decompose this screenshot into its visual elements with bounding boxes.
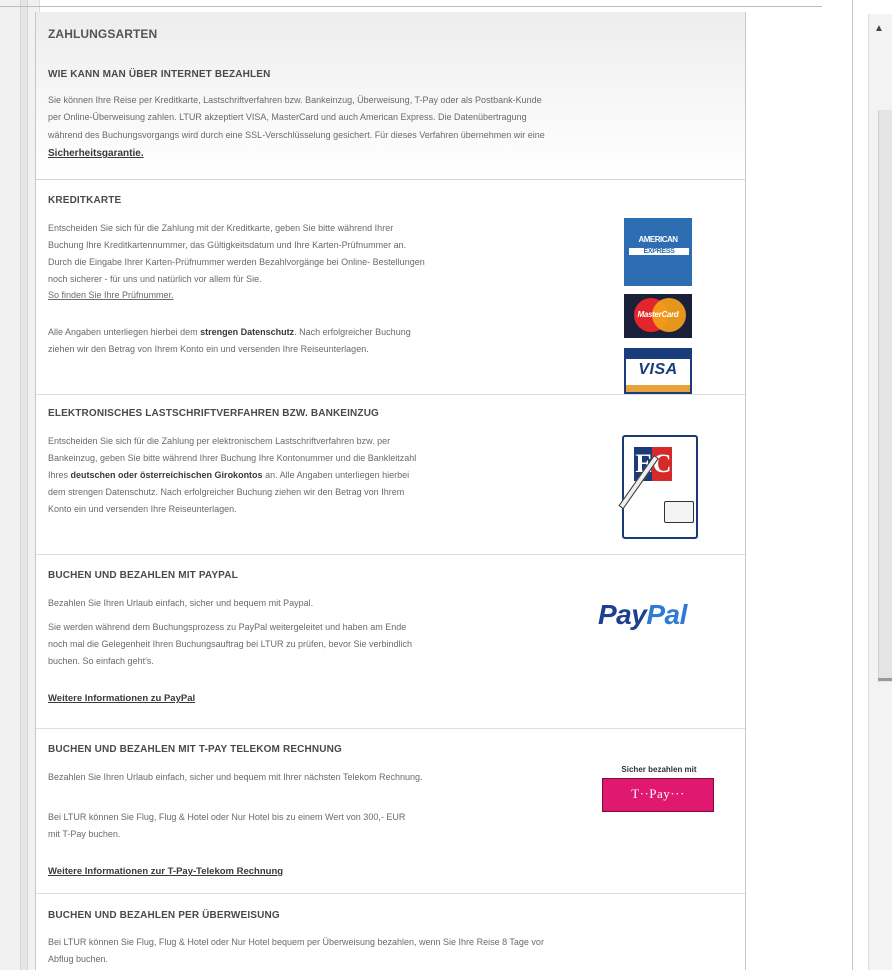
scroll-up-arrow-icon[interactable]: ▲	[870, 22, 888, 36]
lastschrift-line-3: Ihres deutschen oder österreichischen Gi…	[48, 470, 410, 480]
lastschrift-line-1: Entscheiden Sie sich für die Zahlung per…	[48, 436, 391, 446]
lastschrift-heading: ELEKTRONISCHES LASTSCHRIFTVERFAHREN BZW.…	[48, 408, 379, 419]
ueberweisung-section: BUCHEN UND BEZAHLEN PER ÜBERWEISUNG Bei …	[36, 894, 745, 970]
left-gutter	[0, 0, 40, 970]
tpay-caption: Sicher bezahlen mit	[621, 765, 697, 774]
lastschrift-line-5: Konto ein und versenden Ihre Reiseunterl…	[48, 504, 237, 514]
intro-line-1: Sie können Ihre Reise per Kreditkarte, L…	[48, 95, 542, 105]
intro-heading: WIE KANN MAN ÜBER INTERNET BEZAHLEN	[48, 69, 271, 80]
scrollbar-thumb-grip	[878, 678, 892, 681]
kreditkarte-line-4: noch sicherer - für uns und natürlich vo…	[48, 274, 262, 284]
kreditkarte-line-2: Buchung Ihre Kreditkartennummer, das Gül…	[48, 240, 407, 250]
tpay-section: BUCHEN UND BEZAHLEN MIT T-PAY TELEKOM RE…	[36, 729, 745, 894]
lastschrift-line-2: Bankeinzug, geben Sie bitte während Ihre…	[48, 453, 417, 463]
paypal-section: BUCHEN UND BEZAHLEN MIT PAYPAL Bezahlen …	[36, 555, 745, 729]
ueberweisung-heading: BUCHEN UND BEZAHLEN PER ÜBERWEISUNG	[48, 910, 280, 921]
intro-section: ZAHLUNGSARTEN WIE KANN MAN ÜBER INTERNET…	[36, 12, 745, 180]
tpay-info-link[interactable]: Weitere Informationen zur T-Pay-Telekom …	[48, 866, 283, 877]
paypal-line-2: Sie werden während dem Buchungsprozess z…	[48, 622, 407, 632]
scrollbar-thumb[interactable]	[878, 110, 892, 682]
kreditkarte-line-3: Durch die Eingabe Ihrer Karten-Prüfnumme…	[48, 257, 425, 267]
find-cvv-link[interactable]: So finden Sie Ihre Prüfnummer.	[48, 290, 174, 300]
kreditkarte-line-1: Entscheiden Sie sich für die Zahlung mit…	[48, 223, 394, 233]
kreditkarte-privacy-line-1: Alle Angaben unterliegen hierbei dem str…	[48, 327, 411, 337]
paypal-line-3: noch mal die Gelegenheit Ihren Buchungsa…	[48, 639, 413, 649]
page-title: ZAHLUNGSARTEN	[48, 27, 158, 41]
left-gutter-rail	[20, 0, 28, 970]
visa-logo: VISA	[624, 348, 692, 394]
ec-card-logo: E C	[618, 435, 698, 539]
security-guarantee-link[interactable]: Sicherheitsgarantie.	[48, 148, 144, 159]
lastschrift-line-4: dem strengen Datenschutz. Nach erfolgrei…	[48, 487, 405, 497]
payment-methods-panel: ZAHLUNGSARTEN WIE KANN MAN ÜBER INTERNET…	[35, 12, 746, 970]
paypal-heading: BUCHEN UND BEZAHLEN MIT PAYPAL	[48, 570, 238, 581]
lastschrift-section: ELEKTRONISCHES LASTSCHRIFTVERFAHREN BZW.…	[36, 395, 745, 555]
kreditkarte-heading: KREDITKARTE	[48, 195, 122, 206]
kreditkarte-section: KREDITKARTE Entscheiden Sie sich für die…	[36, 180, 745, 395]
scrollbar-divider	[852, 0, 853, 970]
tpay-heading: BUCHEN UND BEZAHLEN MIT T-PAY TELEKOM RE…	[48, 744, 342, 755]
intro-line-3: während des Buchungsvorgangs wird durch …	[48, 130, 545, 140]
kreditkarte-privacy-line-2: ziehen wir den Betrag von Ihrem Konto ei…	[48, 344, 369, 354]
tpay-line-2: Bei LTUR können Sie Flug, Flug & Hotel o…	[48, 812, 406, 822]
paypal-logo: PayPal	[598, 599, 687, 630]
american-express-logo: AMERICAN EXPRESS	[624, 218, 692, 286]
ueberweisung-line-1: Bei LTUR können Sie Flug, Flug & Hotel o…	[48, 937, 544, 947]
tpay-logo: T··Pay···	[602, 778, 714, 812]
top-divider	[0, 6, 822, 7]
intro-line-2: per Online-Überweisung zahlen. LTUR akze…	[48, 112, 527, 122]
tpay-line-1: Bezahlen Sie Ihren Urlaub einfach, siche…	[48, 772, 423, 782]
ueberweisung-line-2: Abflug buchen.	[48, 954, 109, 964]
paypal-line-4: buchen. So einfach geht's.	[48, 656, 154, 666]
paypal-line-1: Bezahlen Sie Ihren Urlaub einfach, siche…	[48, 598, 314, 608]
tpay-line-3: mit T-Pay buchen.	[48, 829, 121, 839]
mastercard-logo: MasterCard	[624, 294, 692, 338]
paypal-info-link[interactable]: Weitere Informationen zu PayPal	[48, 693, 195, 704]
card-icon	[664, 501, 694, 523]
